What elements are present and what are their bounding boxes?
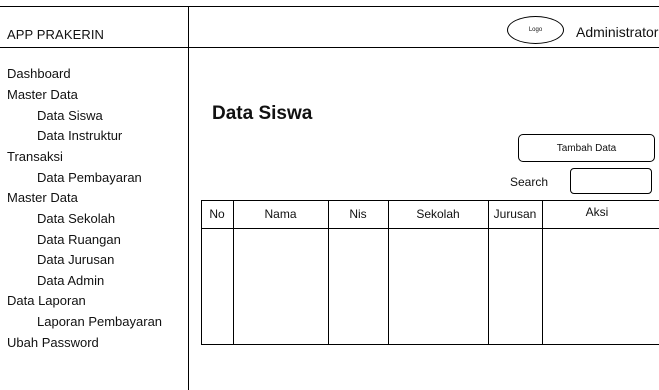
page-title: Data Siswa [212,103,313,124]
sidebar-item-data-admin[interactable]: Data Admin [37,273,104,289]
logo: Logo [507,16,564,44]
table-col-divider [201,200,202,345]
table-header-jurusan: Jurusan [493,207,537,221]
sidebar-item-data-siswa[interactable]: Data Siswa [37,108,103,124]
sidebar-item-transaksi[interactable]: Transaksi [7,149,63,165]
sidebar-item-data-jurusan[interactable]: Data Jurusan [37,252,114,268]
table-col-divider [542,200,543,345]
add-data-button-label: Tambah Data [556,142,617,154]
sidebar-item-master-data[interactable]: Master Data [7,87,78,103]
app-title: APP PRAKERIN [7,27,105,42]
sidebar-item-dashboard[interactable]: Dashboard [7,66,71,82]
header-divider [0,47,659,48]
table-col-divider [388,200,389,345]
search-input[interactable] [570,168,652,194]
table-header-sekolah: Sekolah [416,207,460,221]
sidebar-item-data-pembayaran[interactable]: Data Pembayaran [37,170,142,186]
sidebar-item-data-instruktur[interactable]: Data Instruktur [37,128,122,144]
table-header-no: No [209,207,225,221]
table-col-divider [488,200,489,345]
table-header-divider [201,228,659,229]
table-col-divider [328,200,329,345]
table-top-border [201,200,659,201]
data-table: No Nama Nis Sekolah Jurusan Aksi [201,200,659,345]
table-header-nis: Nis [349,207,367,221]
sidebar-divider [188,6,189,390]
sidebar-item-ubah-password[interactable]: Ubah Password [7,335,99,351]
logo-text: Logo [528,27,543,33]
sidebar-item-data-sekolah[interactable]: Data Sekolah [37,211,115,227]
user-label[interactable]: Administrator [576,24,658,40]
wireframe-page: APP PRAKERIN Logo Administrator Dashboar… [0,0,659,390]
sidebar-item-master-data-2[interactable]: Master Data [7,190,78,206]
sidebar-item-data-laporan[interactable]: Data Laporan [7,293,86,309]
sidebar-item-laporan-pembayaran[interactable]: Laporan Pembayaran [37,314,162,330]
table-header-aksi: Aksi [585,205,609,219]
top-border [0,6,659,7]
add-data-button[interactable]: Tambah Data [518,134,655,162]
table-col-divider [233,200,234,345]
search-label: Search [510,175,549,189]
table-bottom-border [201,344,659,345]
table-header-nama: Nama [264,207,297,221]
sidebar-item-data-ruangan[interactable]: Data Ruangan [37,232,121,248]
